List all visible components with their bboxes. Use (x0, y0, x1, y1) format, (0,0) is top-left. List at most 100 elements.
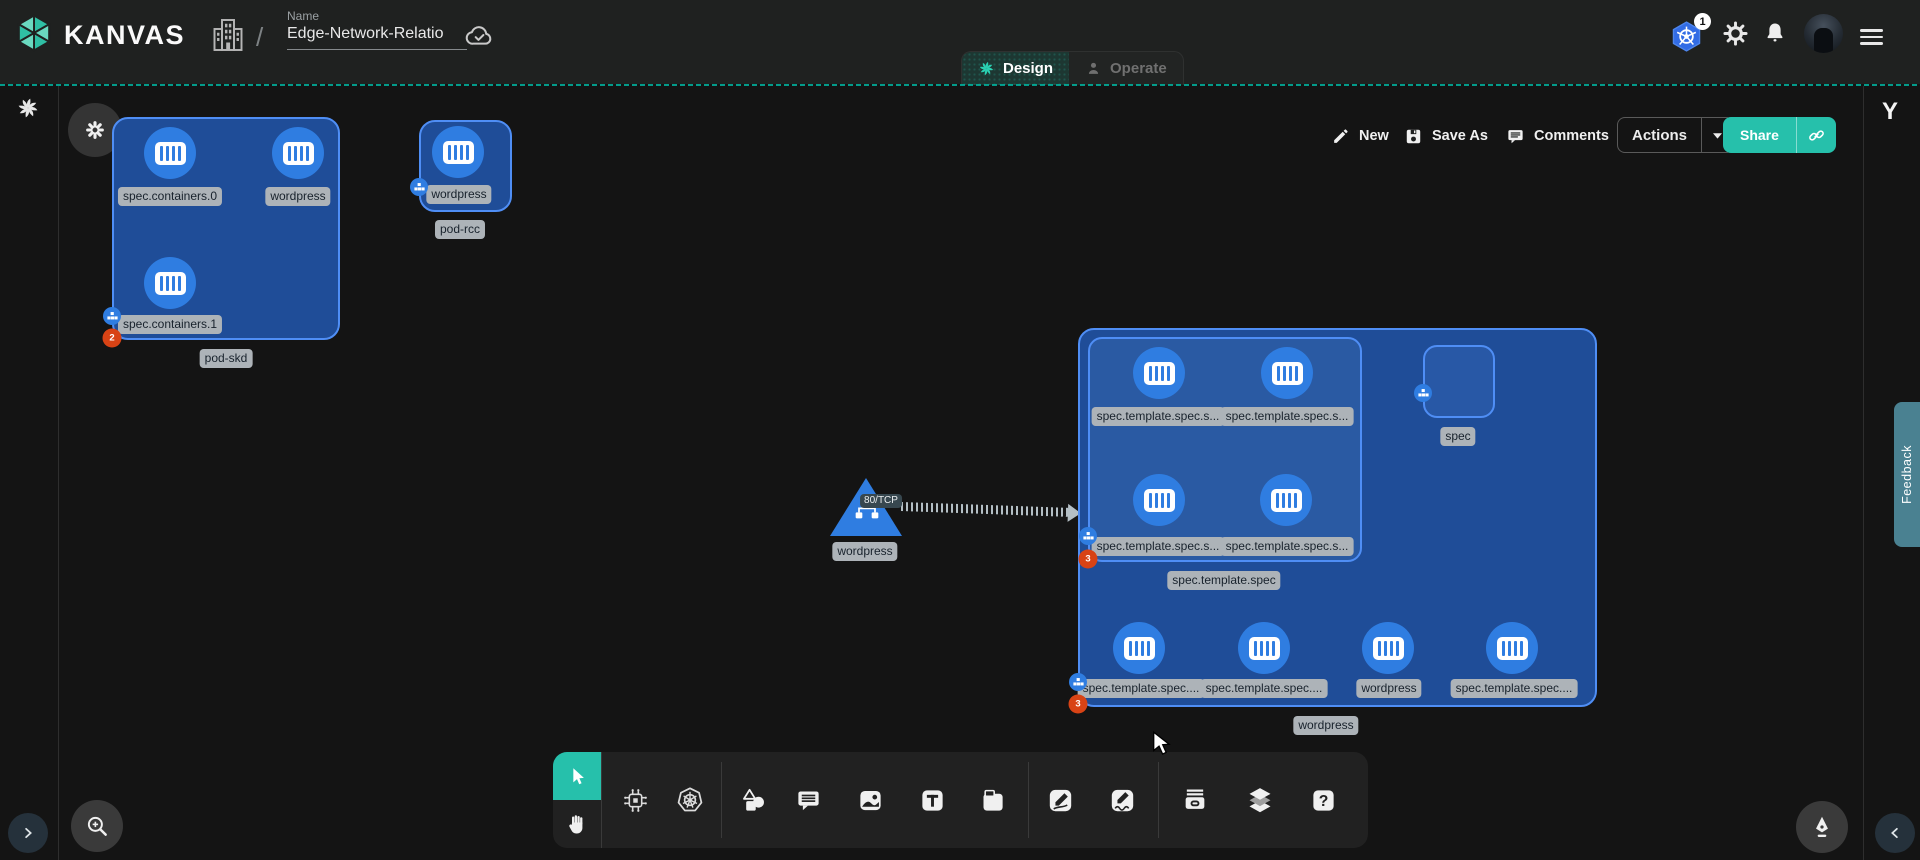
container-icon (443, 141, 474, 164)
container-node[interactable] (1238, 622, 1290, 674)
drawer-tool-button[interactable] (1173, 778, 1217, 822)
save-status-cloud-icon[interactable] (463, 19, 495, 56)
node-label: spec.containers.0 (118, 187, 222, 206)
share-button[interactable]: Share (1723, 117, 1836, 153)
note-tool-button[interactable] (970, 778, 1014, 822)
circuit-icon (622, 787, 649, 814)
container-icon (1249, 637, 1280, 660)
cursor-icon (566, 765, 588, 787)
save-as-label: Save As (1432, 128, 1488, 144)
container-icon (1373, 637, 1404, 660)
cluster-label: spec.template.spec (1167, 571, 1280, 590)
error-count-badge[interactable]: 3 (1069, 695, 1088, 714)
container-icon (1144, 489, 1175, 512)
zoom-button[interactable] (71, 800, 123, 852)
container-node[interactable] (1133, 347, 1185, 399)
help-tool-button[interactable]: ? (1301, 778, 1345, 822)
pod-icon (414, 182, 425, 192)
new-button[interactable]: New (1331, 120, 1389, 152)
tab-design[interactable]: Design (962, 52, 1069, 85)
mouse-cursor (1150, 731, 1174, 757)
tab-design-label: Design (1003, 60, 1053, 77)
y-panel-icon[interactable]: Y (1882, 98, 1898, 126)
pencil-squiggle-icon (1109, 787, 1136, 814)
node-label: spec.template.spec.s... (1092, 407, 1225, 426)
design-spiral-icon (978, 60, 995, 77)
cluster-label: wordpress (1293, 716, 1358, 735)
comments-label: Comments (1534, 128, 1609, 144)
brand: KANVAS (13, 12, 185, 59)
breadcrumb-divider: / (256, 22, 263, 53)
tab-operate[interactable]: Operate (1069, 52, 1183, 85)
notifications-bell-icon[interactable] (1762, 20, 1788, 46)
error-count-badge[interactable]: 2 (103, 329, 122, 348)
freehand-tool-button[interactable] (1100, 778, 1144, 822)
container-icon (155, 142, 186, 165)
pod-template-cluster[interactable] (1088, 337, 1362, 562)
design-name-label: Name (287, 9, 467, 23)
user-avatar[interactable] (1804, 14, 1843, 53)
left-panel-divider (58, 86, 59, 860)
operate-person-icon (1085, 60, 1102, 77)
container-icon (283, 142, 314, 165)
share-label[interactable]: Share (1723, 117, 1796, 153)
edge-pen-tool-button[interactable] (1038, 778, 1082, 822)
component-shape-tool-button[interactable] (613, 778, 657, 822)
node-label: wordpress (265, 187, 330, 206)
feedback-tab[interactable]: Feedback (1894, 402, 1920, 547)
actions-label[interactable]: Actions (1618, 118, 1701, 152)
design-pen-button[interactable] (1796, 801, 1848, 853)
toolbar-divider (1028, 762, 1029, 838)
copy-link-button[interactable] (1796, 117, 1836, 153)
new-label: New (1359, 128, 1389, 144)
node-label: wordpress (426, 185, 491, 204)
design-name-field: Name (287, 9, 467, 50)
organization-icon[interactable] (210, 15, 246, 60)
container-icon (1272, 362, 1303, 385)
sidebar-spiral-icon[interactable] (16, 96, 40, 125)
expand-left-panel-button[interactable] (8, 813, 48, 853)
help-icon: ? (1310, 787, 1337, 814)
layers-icon (1246, 786, 1274, 814)
pod-group-badge[interactable] (103, 307, 121, 325)
node-label: spec.template.spec.... (1451, 679, 1578, 698)
cluster-label: pod-rcc (435, 220, 485, 239)
container-node[interactable] (1133, 474, 1185, 526)
container-node[interactable] (1362, 622, 1414, 674)
pod-group-badge[interactable] (1414, 384, 1432, 402)
shapes-tool-button[interactable] (731, 778, 775, 822)
error-count-badge[interactable]: 3 (1079, 550, 1098, 569)
pod-icon (1083, 531, 1094, 541)
pod-group-badge[interactable] (410, 178, 428, 196)
pan-tool-button[interactable] (553, 800, 601, 848)
layers-tool-button[interactable] (1238, 778, 1282, 822)
text-tool-button[interactable] (910, 778, 954, 822)
menu-hamburger-icon[interactable] (1860, 25, 1883, 49)
actions-button[interactable]: Actions (1617, 117, 1734, 153)
container-node[interactable] (144, 257, 196, 309)
container-node[interactable] (144, 127, 196, 179)
spec-node[interactable] (1423, 345, 1495, 418)
comments-button[interactable]: Comments (1506, 120, 1609, 152)
container-node[interactable] (1261, 347, 1313, 399)
select-tool-button[interactable] (553, 752, 601, 800)
settings-gear-icon[interactable] (1722, 20, 1749, 47)
design-name-input[interactable] (287, 23, 467, 50)
container-node[interactable] (1113, 622, 1165, 674)
pen-nib-icon (1809, 814, 1835, 840)
service-edge[interactable] (901, 502, 1069, 517)
link-icon (1807, 126, 1826, 145)
kubernetes-tool-button[interactable] (668, 778, 712, 822)
pod-group-badge[interactable] (1079, 527, 1097, 545)
image-tool-button[interactable] (848, 778, 892, 822)
container-icon (1124, 637, 1155, 660)
container-node[interactable] (1486, 622, 1538, 674)
container-node[interactable] (1260, 474, 1312, 526)
app-header: KANVAS / Name (0, 0, 1920, 84)
container-node[interactable] (272, 127, 324, 179)
comment-tool-button[interactable] (786, 778, 830, 822)
container-node[interactable] (432, 126, 484, 178)
expand-right-panel-button[interactable] (1875, 813, 1915, 853)
save-as-button[interactable]: Save As (1404, 120, 1488, 152)
pod-group-badge[interactable] (1069, 673, 1087, 691)
